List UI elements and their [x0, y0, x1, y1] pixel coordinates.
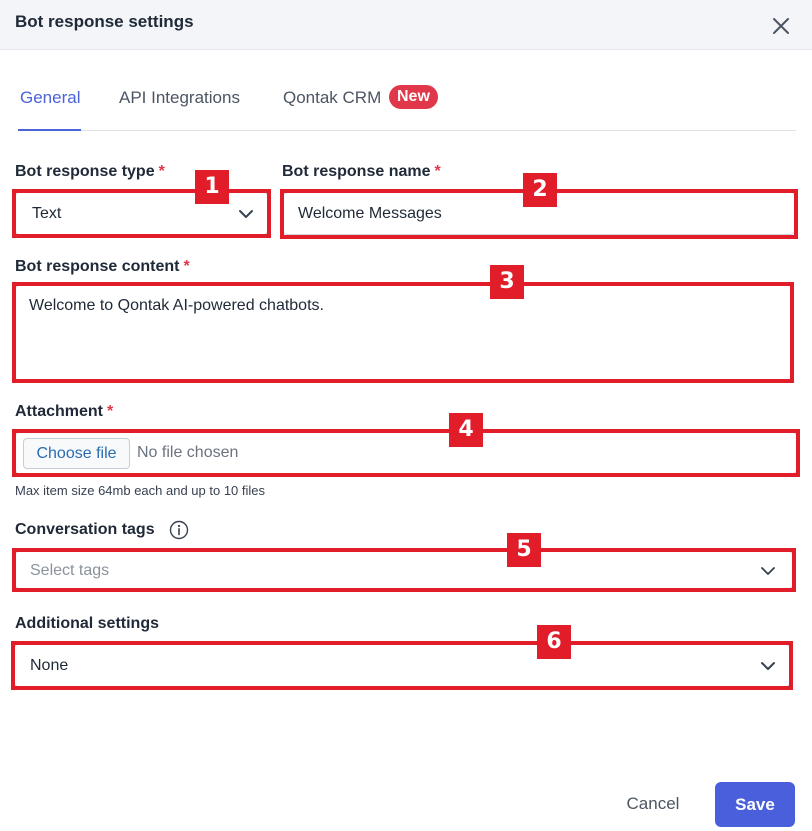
- cancel-button[interactable]: Cancel: [612, 782, 694, 826]
- dialog-title: Bot response settings: [15, 12, 194, 31]
- response-name-value: Welcome Messages: [298, 205, 442, 222]
- required-mark: *: [183, 258, 190, 275]
- tab-general[interactable]: General: [20, 88, 80, 108]
- required-mark: *: [107, 403, 114, 420]
- attachment-label: Attachment *: [15, 403, 114, 420]
- annotation-number-4: 4: [449, 413, 483, 447]
- dialog-header: Bot response settings: [0, 0, 812, 50]
- response-type-select[interactable]: Text: [15, 192, 268, 235]
- new-badge: New: [389, 85, 438, 109]
- conversation-tags-select[interactable]: Select tags: [15, 551, 793, 589]
- tab-api-integrations[interactable]: API Integrations: [119, 88, 240, 108]
- chevron-down-icon: [761, 662, 775, 670]
- active-tab-indicator: [18, 129, 81, 131]
- save-button[interactable]: Save: [715, 782, 795, 827]
- file-status: No file chosen: [137, 444, 239, 461]
- required-mark: *: [158, 163, 165, 180]
- additional-settings-select[interactable]: None: [14, 644, 790, 687]
- response-content-value: Welcome to Qontak AI-powered chatbots.: [29, 297, 324, 314]
- annotation-number-5: 5: [507, 533, 541, 567]
- response-type-label: Bot response type *: [15, 163, 165, 180]
- info-icon[interactable]: [169, 520, 189, 540]
- close-icon[interactable]: [770, 15, 792, 37]
- annotation-number-3: 3: [490, 265, 524, 299]
- annotation-number-1: 1: [195, 170, 229, 204]
- annotation-number-6: 6: [537, 625, 571, 659]
- additional-settings-label: Additional settings: [15, 615, 159, 632]
- annotation-number-2: 2: [523, 173, 557, 207]
- tab-bar: General API Integrations Qontak CRM New: [18, 84, 796, 131]
- response-type-value: Text: [32, 205, 62, 222]
- conversation-tags-placeholder: Select tags: [30, 562, 110, 579]
- attachment-file-input[interactable]: Choose file No file chosen: [15, 432, 797, 474]
- response-content-textarea[interactable]: Welcome to Qontak AI-powered chatbots.: [15, 285, 792, 381]
- choose-file-button[interactable]: Choose file: [23, 438, 130, 469]
- required-mark: *: [434, 163, 441, 180]
- chevron-down-icon: [761, 567, 775, 575]
- tab-qontak-crm[interactable]: Qontak CRM: [283, 88, 381, 108]
- response-name-label: Bot response name *: [282, 163, 441, 180]
- chevron-down-icon: [239, 210, 253, 218]
- additional-settings-value: None: [30, 657, 69, 674]
- conversation-tags-label: Conversation tags: [15, 521, 155, 538]
- attachment-helper-text: Max item size 64mb each and up to 10 fil…: [15, 483, 266, 498]
- response-content-label: Bot response content *: [15, 258, 190, 275]
